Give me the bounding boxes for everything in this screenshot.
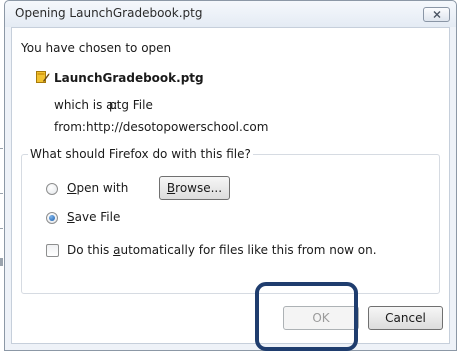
auto-action-label[interactable]: Do this automatically for files like thi… (67, 243, 377, 257)
ptg-file-icon (36, 71, 50, 83)
background-tick (0, 148, 3, 149)
save-file-access-key: S (67, 210, 75, 224)
auto-action-label-rest: utomatically for files like this from no… (120, 243, 377, 257)
save-file-radio[interactable] (46, 212, 58, 224)
file-name: LaunchGradebook.ptg (54, 71, 204, 85)
title-bar[interactable]: Opening LaunchGradebook.ptg (5, 1, 456, 27)
dialog-content: You have chosen to open LaunchGradebook.… (11, 27, 450, 344)
save-file-label-rest: ave File (74, 210, 121, 224)
browse-label-rest: rowse... (175, 181, 223, 195)
open-with-label-rest: pen with (76, 181, 129, 195)
download-dialog: Opening LaunchGradebook.ptg You have cho… (4, 0, 457, 351)
auto-action-checkbox[interactable] (46, 244, 59, 257)
browse-button[interactable]: Browse... (159, 176, 230, 200)
ok-button[interactable]: OK (283, 306, 359, 330)
radio-selected-dot (49, 215, 55, 221)
save-file-label[interactable]: Save File (67, 210, 120, 224)
background-tick (0, 193, 3, 194)
action-group: What should Firefox do with this file? (21, 147, 440, 294)
open-with-label[interactable]: Open with (67, 181, 128, 195)
browse-access-key: B (166, 181, 176, 195)
source-label: from: (54, 120, 86, 134)
background-tick (0, 258, 3, 266)
window-title: Opening LaunchGradebook.ptg (15, 6, 203, 20)
auto-action-label-start: Do this (67, 243, 114, 257)
action-question: What should Firefox do with this file? (28, 147, 253, 161)
open-with-radio[interactable] (46, 183, 58, 195)
intro-text: You have chosen to open (21, 41, 172, 55)
file-type-value: ptg File (109, 98, 153, 112)
close-x-icon (433, 11, 441, 18)
source-url: http://desotopowerschool.com (86, 120, 269, 134)
close-button[interactable] (423, 7, 450, 22)
cancel-button[interactable]: Cancel (368, 306, 443, 330)
background-tick (0, 228, 3, 229)
